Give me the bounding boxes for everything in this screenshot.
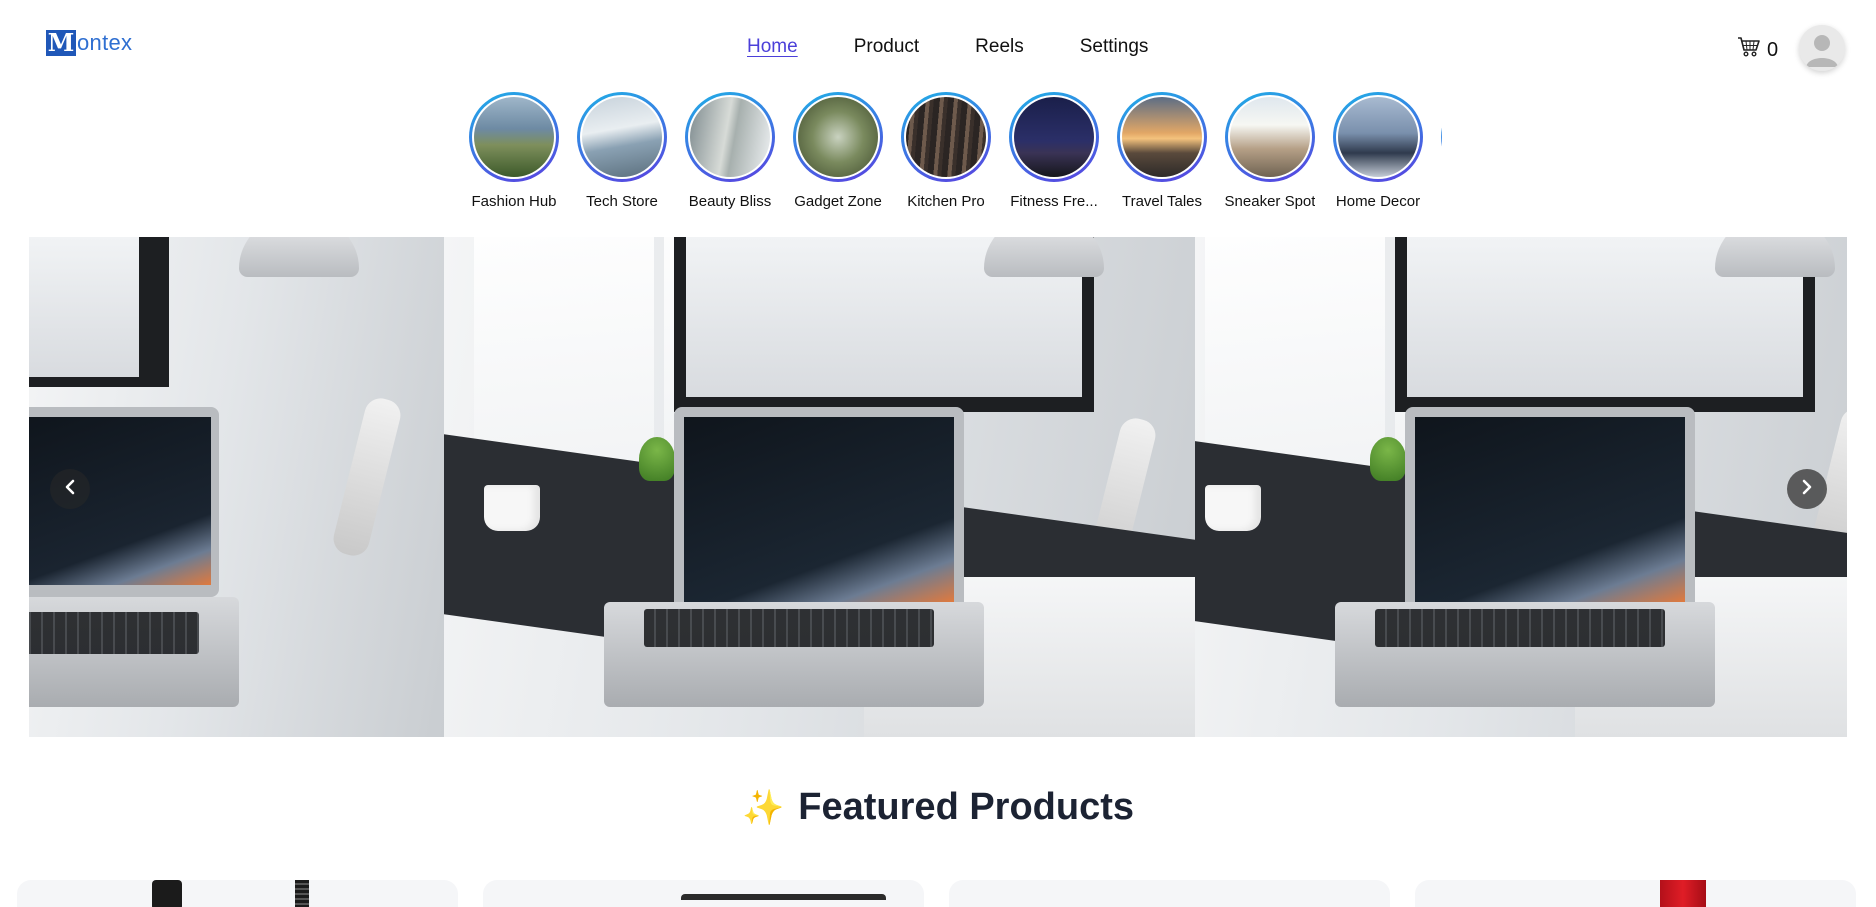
featured-header: ✨ Featured Products (0, 786, 1876, 829)
carousel-next-button[interactable] (1787, 469, 1827, 509)
story-image (906, 97, 986, 177)
logo-mark: M (46, 28, 76, 57)
story-image (1014, 97, 1094, 177)
carousel-slide (29, 237, 444, 737)
story-item[interactable]: Fashion Hub (460, 92, 568, 217)
page: M ontex Home Product Reels Settings 0 Fa… (0, 0, 1876, 907)
carousel-prev-button[interactable] (50, 469, 90, 509)
nav-home[interactable]: Home (747, 36, 798, 58)
hero-carousel (29, 237, 1847, 737)
story-item[interactable]: Tech Store (568, 92, 676, 217)
story-image (1122, 97, 1202, 177)
story-label: Tech Store (586, 193, 658, 210)
user-avatar-icon (1799, 25, 1845, 71)
product-card[interactable] (1415, 880, 1856, 907)
story-image (690, 97, 770, 177)
carousel-slide (444, 237, 1195, 737)
cart-icon (1737, 36, 1761, 64)
chevron-right-icon (1800, 478, 1814, 501)
story-item[interactable]: Home Decor (1324, 92, 1432, 217)
story-label: Home Decor (1335, 193, 1421, 210)
story-image (1338, 97, 1418, 177)
product-card[interactable] (483, 880, 924, 907)
user-avatar[interactable] (1799, 25, 1845, 71)
story-label: Beauty Bliss (688, 193, 772, 210)
logo[interactable]: M ontex (46, 30, 132, 56)
story-image (582, 97, 662, 177)
product-card[interactable] (949, 880, 1390, 907)
story-label: Travel Tales (1121, 193, 1203, 210)
story-label: Gadget Zone (794, 193, 882, 210)
story-label: Fitness Fre... (1010, 193, 1098, 210)
story-label: Fashion Hub (471, 193, 557, 210)
top-header: M ontex Home Product Reels Settings 0 (0, 0, 1876, 92)
product-card[interactable] (17, 880, 458, 907)
story-label: Sneaker Spot (1224, 193, 1316, 210)
story-item[interactable]: Gadget Zone (784, 92, 892, 217)
story-item[interactable]: Beauty Bliss (676, 92, 784, 217)
logo-text: ontex (77, 30, 133, 55)
cart-count: 0 (1767, 38, 1779, 61)
stories-row: Fashion Hub Tech Store Beauty Bliss Gadg… (460, 92, 1442, 217)
story-item[interactable]: Sneaker Spot (1216, 92, 1324, 217)
story-image (798, 97, 878, 177)
story-item-partial[interactable] (1432, 92, 1442, 217)
story-image (1230, 97, 1310, 177)
nav-product[interactable]: Product (854, 36, 919, 58)
carousel-slide (1195, 237, 1847, 737)
story-image (474, 97, 554, 177)
cart-button[interactable]: 0 (1737, 36, 1778, 64)
story-label: Kitchen Pro (907, 193, 985, 210)
main-nav: Home Product Reels Settings (747, 36, 1204, 58)
story-item[interactable]: Fitness Fre... (1000, 92, 1108, 217)
story-item[interactable]: Kitchen Pro (892, 92, 1000, 217)
nav-settings[interactable]: Settings (1080, 36, 1149, 58)
nav-reels[interactable]: Reels (975, 36, 1024, 58)
sparkles-icon: ✨ (741, 788, 785, 827)
story-item[interactable]: Travel Tales (1108, 92, 1216, 217)
chevron-left-icon (63, 478, 77, 501)
featured-title: Featured Products (798, 786, 1135, 828)
product-grid (17, 880, 1859, 907)
